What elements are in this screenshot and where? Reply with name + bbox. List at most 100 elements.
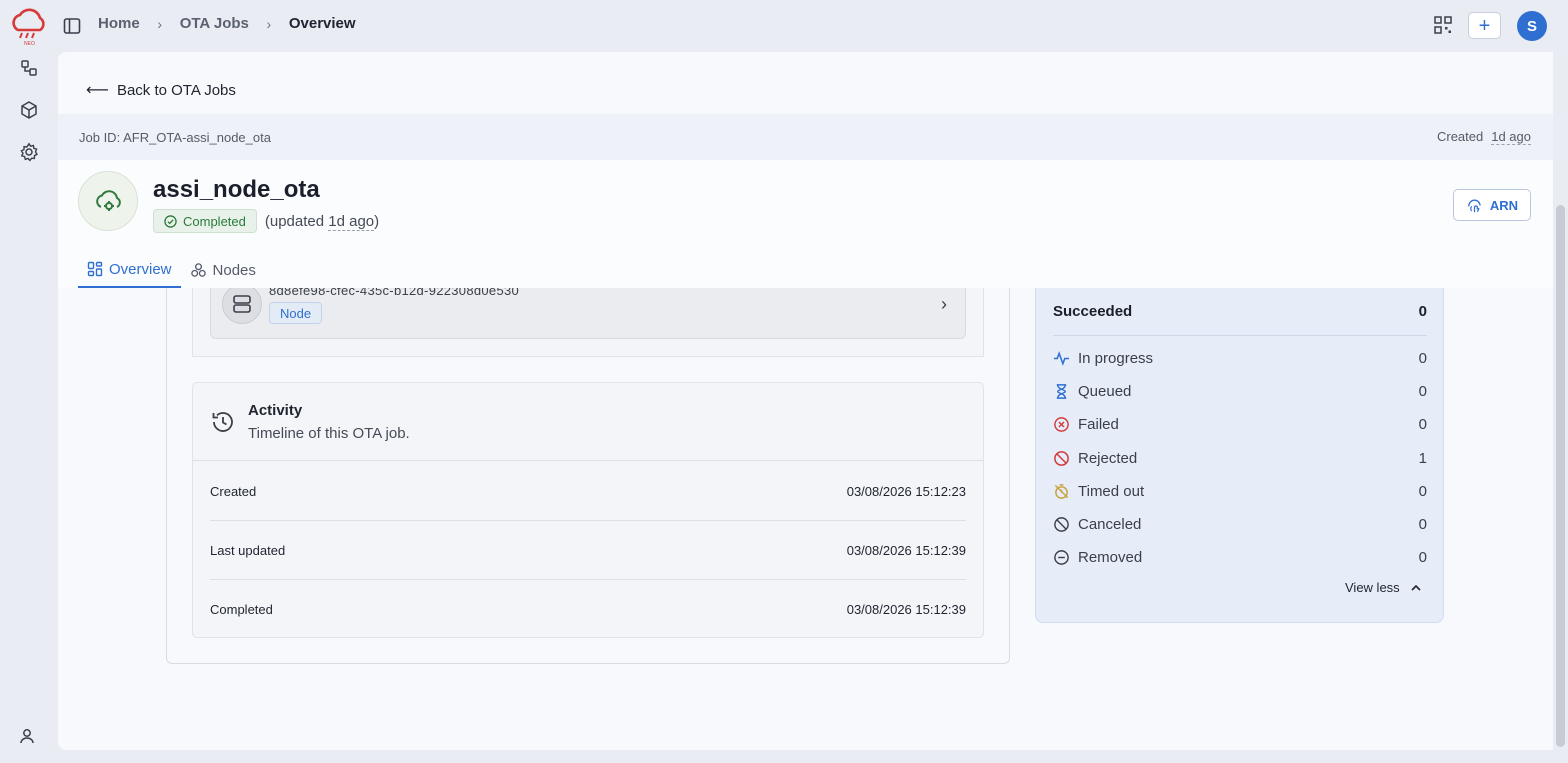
breadcrumb-overview: Overview [288,15,356,32]
status-row-failed: Failed 0 [1053,408,1427,441]
status-value: 0 [1418,516,1427,533]
job-title: assi_node_ota [153,176,320,203]
chevron-right-icon[interactable]: › [941,294,947,315]
timer-off-icon [1054,484,1069,499]
status-label: Canceled [1078,516,1142,533]
status-value: 0 [1418,483,1427,500]
status-badge: Completed [153,209,257,233]
status-value: 0 [1418,383,1427,400]
chevron-right-icon: › [157,15,163,32]
activity-title: Activity [248,402,303,419]
scrollbar[interactable] [1556,205,1565,747]
updated-ago[interactable]: 1d ago [328,212,375,231]
timeline-label: Completed [210,602,273,617]
status-label: In progress [1078,350,1154,367]
status-value: 0 [1418,549,1427,566]
breadcrumb-home[interactable]: Home [98,15,140,32]
job-id: Job ID: AFR_OTA-assi_node_ota [79,129,271,145]
avatar[interactable]: S [1517,11,1547,41]
node-type-badge: Node [269,302,323,324]
arn-button[interactable]: ARN [1453,189,1531,221]
status-row-timed-out: Timed out 0 [1053,475,1427,508]
view-less-label: View less [1345,580,1400,595]
chevron-up-icon [1411,584,1421,591]
status-row-canceled: Canceled 0 [1053,508,1427,541]
node-list-item[interactable]: 8d8efe98-cfec-435c-b12d-922308d0e530 Nod… [210,288,966,339]
status-row-queued: Queued 0 [1053,375,1427,408]
timeline-value: 03/08/2026 15:12:39 [846,542,966,558]
job-created: Created 1d ago [1437,129,1531,145]
svg-text:NEO: NEO [24,41,35,46]
status-label: Failed [1078,416,1119,433]
plus-icon: + [1478,14,1491,37]
breadcrumb: Home › OTA Jobs › Overview [98,15,356,32]
timeline-label: Last updated [210,542,286,558]
tab-nodes[interactable]: Nodes [181,252,265,288]
sidebar-toggle-icon[interactable] [62,16,82,36]
ban-icon [1054,451,1069,466]
tab-overview-label: Overview [109,260,172,278]
status-value: 1 [1418,450,1427,467]
hourglass-icon [1056,384,1067,399]
breadcrumb-ota-jobs[interactable]: OTA Jobs [180,15,249,32]
status-counts-panel: Succeeded 0 In progress 0 Queued 0 Faile… [1035,288,1444,623]
status-row-in-progress: In progress 0 [1053,342,1427,375]
status-label: Completed [183,213,246,229]
x-circle-icon [1054,417,1069,432]
cloud-cog-icon [78,171,138,231]
dashboard-icon [87,261,103,277]
activity-subtitle: Timeline of this OTA job. [248,425,410,442]
back-to-ota-jobs-link[interactable]: ⟵ Back to OTA Jobs [86,80,236,100]
status-value: 0 [1418,416,1427,433]
succeeded-row: Succeeded 0 [1053,288,1427,336]
ban-icon [1054,517,1069,532]
timeline-row: Completed 03/08/2026 15:12:39 [210,580,966,639]
timeline-value: 03/08/2026 15:12:23 [846,483,966,499]
status-value: 0 [1418,350,1427,367]
logo-icon[interactable]: NEO [8,6,50,46]
job-header: assi_node_ota Completed (updated 1d ago)… [58,160,1553,288]
main-panel: ⟵ Back to OTA Jobs Job ID: AFR_OTA-assi_… [58,52,1553,750]
fingerprint-icon [1468,199,1481,212]
minus-circle-icon [1054,550,1069,565]
job-id-bar: Job ID: AFR_OTA-assi_node_ota Created 1d… [58,114,1553,160]
timeline-label: Created [210,483,257,499]
history-icon [212,412,233,432]
settings-icon[interactable] [19,142,39,162]
timeline-row: Created 03/08/2026 15:12:23 [210,462,966,521]
user-icon[interactable] [18,727,36,745]
status-label: Removed [1078,549,1143,566]
job-status-row: Completed (updated 1d ago) [153,209,379,233]
add-button[interactable]: + [1468,12,1501,39]
updated-text: (updated 1d ago) [264,212,380,231]
timeline-value: 03/08/2026 15:12:39 [846,602,966,617]
check-circle-icon [164,214,177,228]
status-label: Rejected [1078,450,1138,467]
tab-overview[interactable]: Overview [78,252,181,288]
status-label: Queued [1078,383,1132,400]
top-bar: NEO Home › OTA Jobs › Overview + S [0,0,1568,52]
updated-prefix: (updated [264,212,329,230]
activity-icon [1053,351,1070,366]
arrow-left-icon: ⟵ [86,82,109,99]
qr-code-icon[interactable] [1432,14,1454,36]
back-link-label: Back to OTA Jobs [116,81,236,99]
activity-card: Activity Timeline of this OTA job. Creat… [192,382,984,638]
server-icon [222,288,262,324]
workflow-icon[interactable] [19,58,39,78]
view-less-button[interactable]: View less [1345,580,1422,595]
chevron-right-icon: › [266,15,272,32]
succeeded-value: 0 [1418,303,1427,320]
package-icon[interactable] [19,100,39,120]
succeeded-label: Succeeded [1053,303,1133,320]
activity-header: Activity Timeline of this OTA job. [193,383,983,461]
updated-suffix: ) [374,212,380,230]
created-label: Created [1436,129,1484,144]
status-row-removed: Removed 0 [1053,541,1427,574]
tab-nodes-label: Nodes [212,261,256,279]
arn-label: ARN [1489,197,1519,213]
created-ago[interactable]: 1d ago [1491,129,1531,145]
nodes-icon [190,262,206,277]
status-label: Timed out [1078,483,1145,500]
tab-bar: Overview Nodes [78,252,265,288]
